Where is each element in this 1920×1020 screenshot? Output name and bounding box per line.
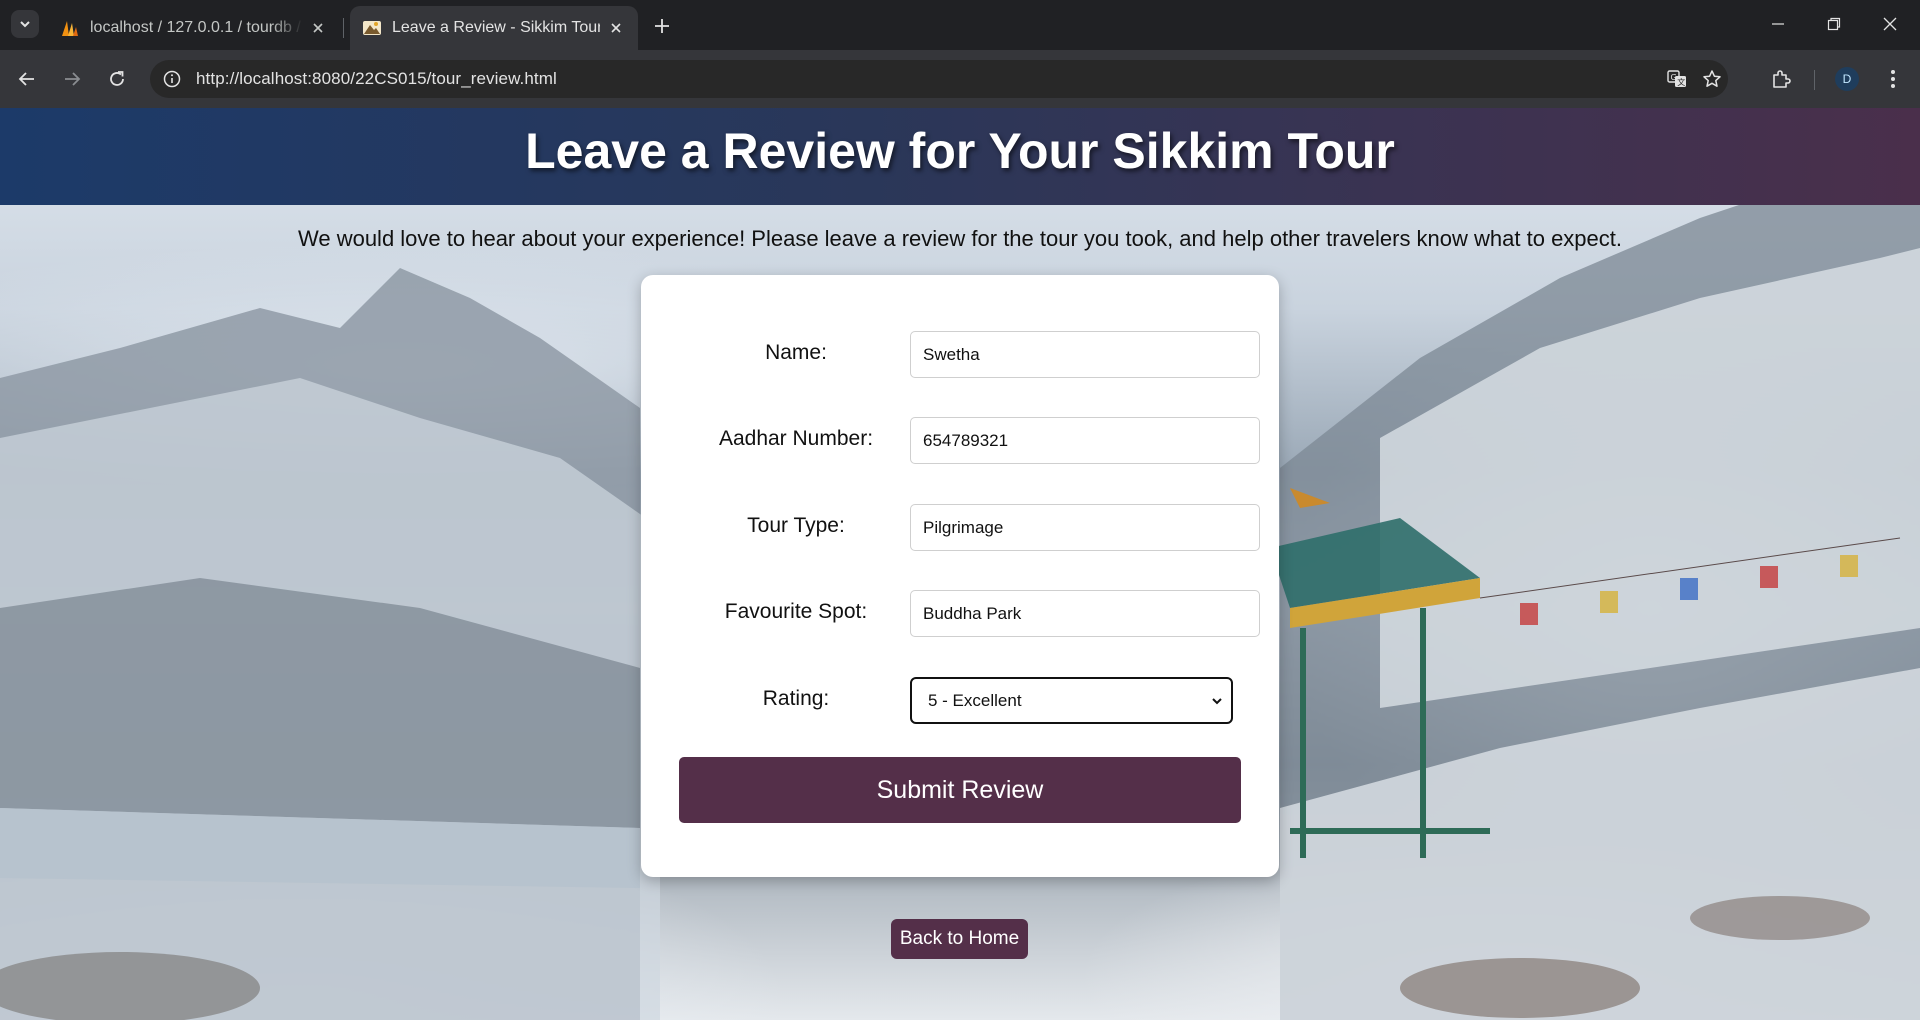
close-window-button[interactable] [1862,0,1918,48]
favourite-spot-label: Favourite Spot: [724,600,868,623]
tab-title: Leave a Review - Sikkim Tour [392,19,601,36]
tab-phpmyadmin[interactable]: localhost / 127.0.0.1 / tourdb / t [48,6,340,50]
plus-icon [655,19,669,33]
forward-nav-button[interactable] [54,61,90,97]
review-form-card: Name: Aadhar Number: Tour Type: Favourit… [641,275,1279,877]
kebab-menu-icon[interactable] [1878,64,1908,94]
browser-toolbar: http://localhost:8080/22CS015/tour_revie… [0,50,1920,108]
chevron-down-icon [1212,698,1222,705]
tab-divider [343,18,344,38]
close-icon[interactable] [606,18,626,38]
address-bar[interactable]: http://localhost:8080/22CS015/tour_revie… [150,60,1728,98]
svg-text:文: 文 [1677,77,1685,87]
back-to-home-button[interactable]: Back to Home [891,919,1028,959]
arrow-right-icon [65,72,81,86]
intro-text: We would love to hear about your experie… [297,226,1623,251]
tab-search-button[interactable] [11,10,39,38]
minimize-icon [1772,23,1784,25]
back-nav-button[interactable] [9,61,45,97]
tab-tour-review[interactable]: Leave a Review - Sikkim Tour [350,6,638,50]
arrow-left-icon [18,72,34,86]
tour-type-label: Tour Type: [747,514,845,537]
name-input[interactable] [910,331,1260,378]
submit-review-button[interactable]: Submit Review [679,757,1241,823]
chevron-down-icon [20,21,30,28]
phpmyadmin-sail-icon [62,21,78,36]
aadhar-input[interactable] [910,417,1260,464]
rating-label: Rating: [762,687,830,710]
new-tab-button[interactable] [648,12,676,40]
bookmark-star-icon[interactable] [1700,67,1724,91]
toolbar-divider [1814,70,1815,90]
reload-button[interactable] [99,61,135,97]
rating-select[interactable]: 5 - Excellent [910,677,1233,724]
tab-strip: localhost / 127.0.0.1 / tourdb / t Leave… [0,0,1920,50]
site-info-icon[interactable] [160,67,184,91]
rating-selected-value: 5 - Excellent [928,690,1022,710]
name-label: Name: [765,341,827,364]
page-viewport: Leave a Review for Your Sikkim Tour We w… [0,108,1920,1020]
close-icon[interactable] [309,18,328,38]
tour-type-input[interactable] [910,504,1260,551]
reload-icon [110,71,124,86]
extensions-puzzle-icon[interactable] [1766,64,1796,94]
page-title: Leave a Review for Your Sikkim Tour [525,123,1395,179]
translate-icon[interactable]: G文 [1665,67,1689,91]
aadhar-label: Aadhar Number: [718,427,874,450]
tab-title: localhost / 127.0.0.1 / tourdb / t [90,19,303,36]
restore-icon [1827,17,1841,31]
page-header-banner: Leave a Review for Your Sikkim Tour [0,108,1920,205]
close-icon [1883,17,1897,31]
tour-page-icon [363,21,381,35]
url-text[interactable]: http://localhost:8080/22CS015/tour_revie… [196,69,557,89]
minimize-button[interactable] [1750,0,1806,48]
favourite-spot-input[interactable] [910,590,1260,637]
profile-avatar[interactable]: D [1835,67,1859,91]
restore-button[interactable] [1806,0,1862,48]
